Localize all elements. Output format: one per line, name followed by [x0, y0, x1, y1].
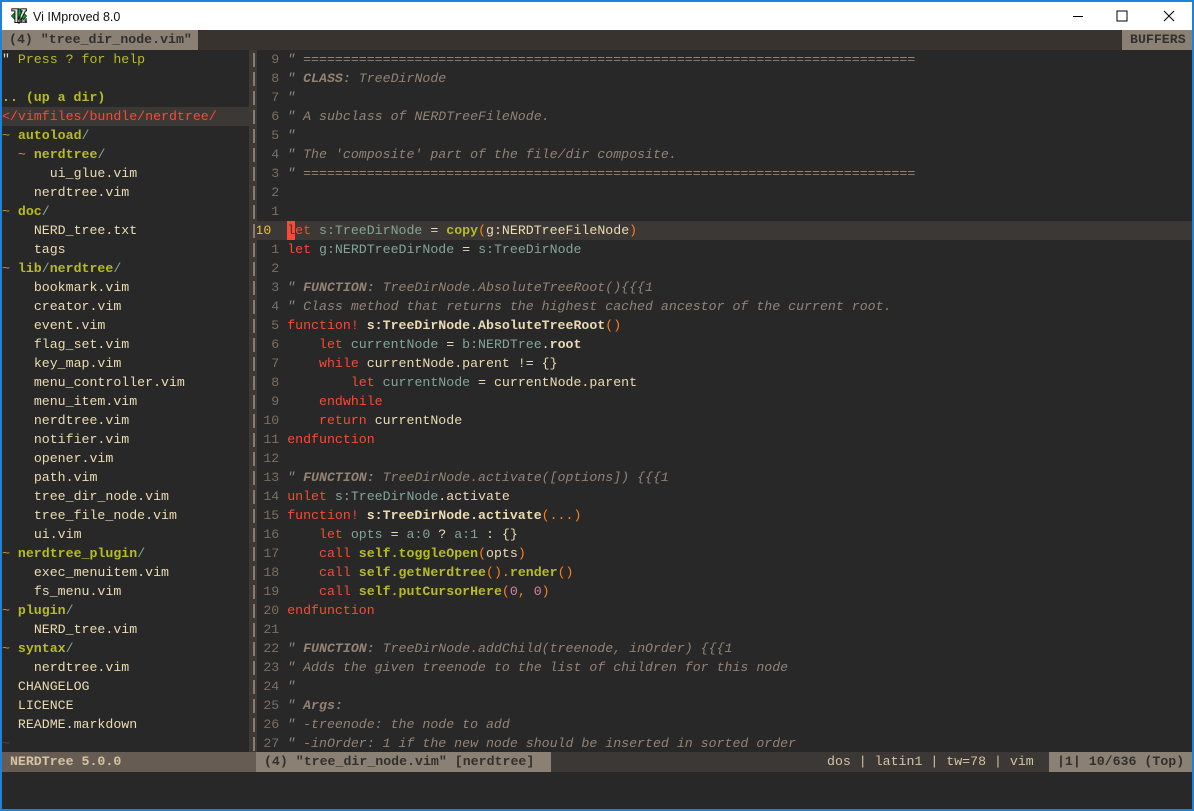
- svg-text:im: im: [19, 14, 27, 24]
